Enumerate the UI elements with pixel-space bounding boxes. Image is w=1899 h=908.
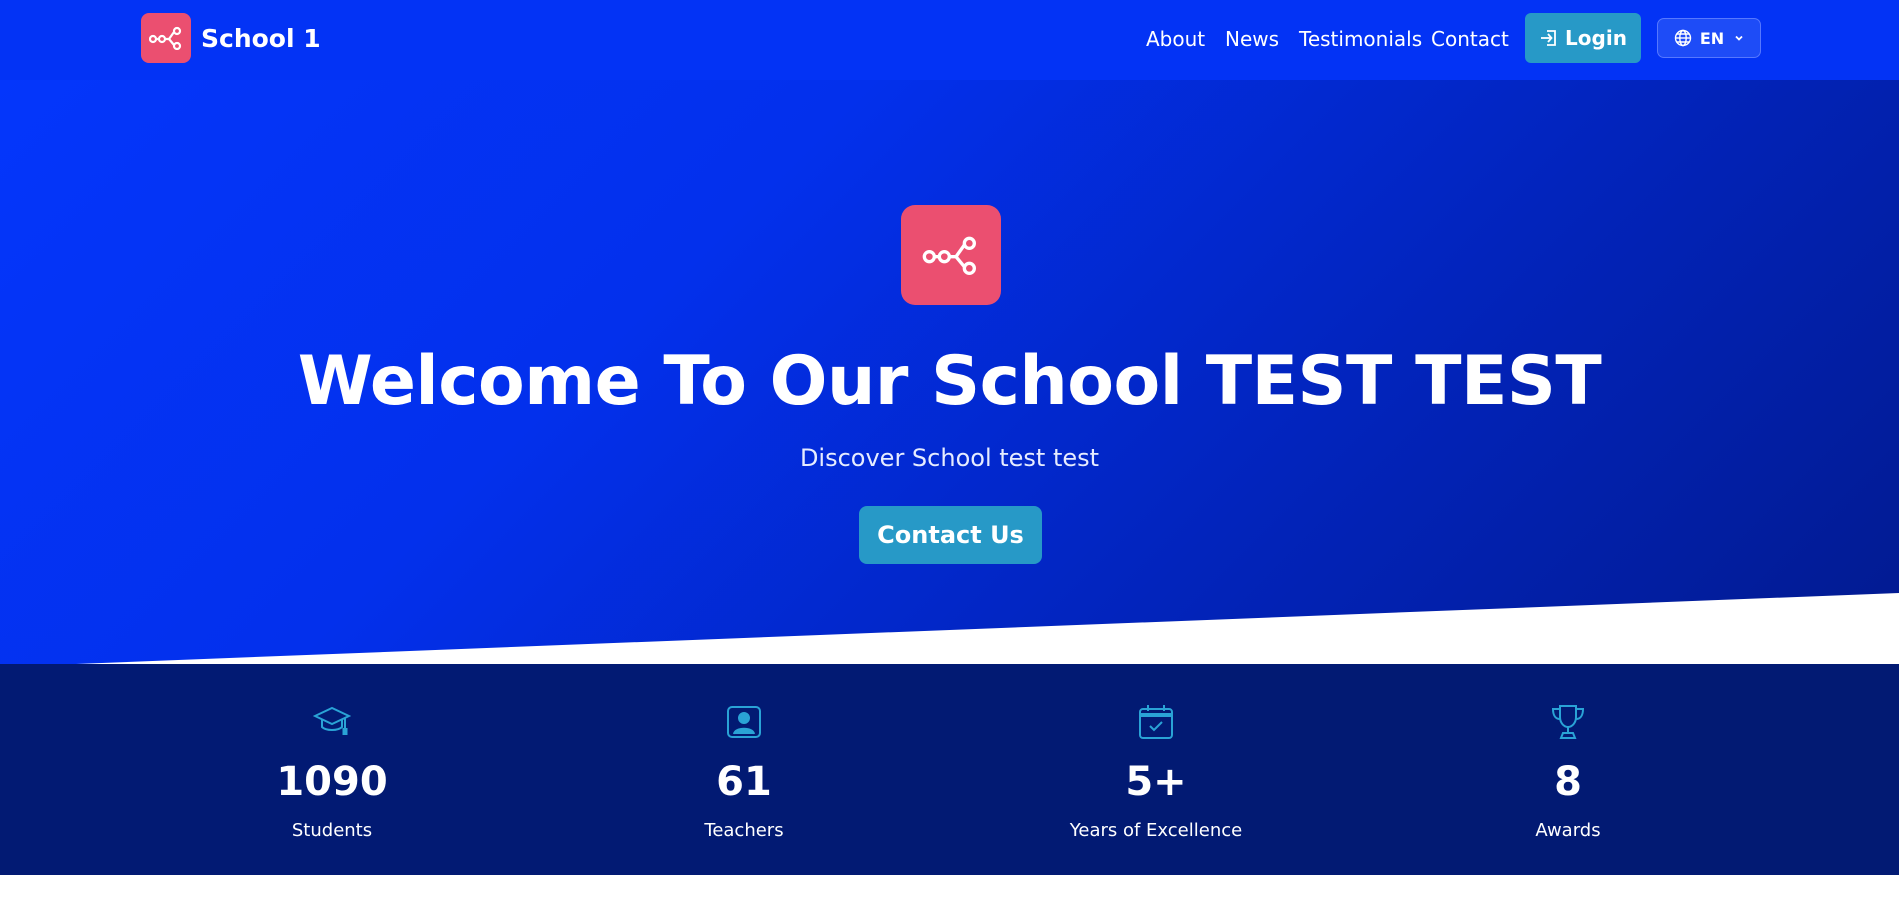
nav-link-testimonials[interactable]: Testimonials [1299, 27, 1422, 51]
stat-years: 5+ Years of Excellence [1006, 664, 1306, 875]
stat-value: 61 [716, 759, 772, 805]
stats-section: 1090 Students 61 Teachers 5+ Years of Ex… [0, 664, 1899, 875]
brand-name: School 1 [201, 23, 321, 53]
stat-teachers: 61 Teachers [594, 664, 894, 875]
language-label: EN [1699, 28, 1725, 48]
hero-title: Welcome To Our School TEST TEST [297, 342, 1602, 421]
stat-label: Years of Excellence [1069, 820, 1243, 841]
calendar-check-icon [1136, 702, 1176, 742]
nav-link-about[interactable]: About [1146, 27, 1205, 51]
chevron-down-icon [1735, 35, 1743, 41]
share-nodes-icon [141, 13, 191, 63]
language-dropdown[interactable]: EN [1657, 18, 1761, 58]
stat-label: Teachers [704, 820, 784, 841]
stat-value: 1090 [276, 759, 388, 805]
navbar: School 1 About News Testimonials Contact… [0, 0, 1899, 80]
stat-awards: 8 Awards [1418, 664, 1718, 875]
contact-us-button[interactable]: Contact Us [859, 506, 1042, 564]
login-icon [1541, 30, 1556, 46]
nav-link-news[interactable]: News [1225, 27, 1279, 51]
brand[interactable]: School 1 [141, 13, 321, 63]
teacher-icon [724, 702, 764, 742]
hero-divider [50, 593, 1899, 665]
trophy-icon [1548, 702, 1588, 742]
login-label: Login [1565, 26, 1627, 50]
graduation-cap-icon [312, 702, 352, 742]
stat-label: Awards [1535, 820, 1601, 841]
stat-value: 8 [1554, 759, 1582, 805]
nav-link-contact[interactable]: Contact [1431, 27, 1509, 51]
stat-value: 5+ [1125, 759, 1187, 805]
share-nodes-icon [901, 205, 1001, 305]
login-button[interactable]: Login [1525, 13, 1641, 63]
hero-section: Welcome To Our School TEST TEST Discover… [0, 80, 1899, 665]
stat-students: 1090 Students [182, 664, 482, 875]
hero-subtitle: Discover School test test [799, 444, 1100, 472]
globe-icon [1674, 29, 1692, 47]
stat-label: Students [291, 820, 373, 841]
